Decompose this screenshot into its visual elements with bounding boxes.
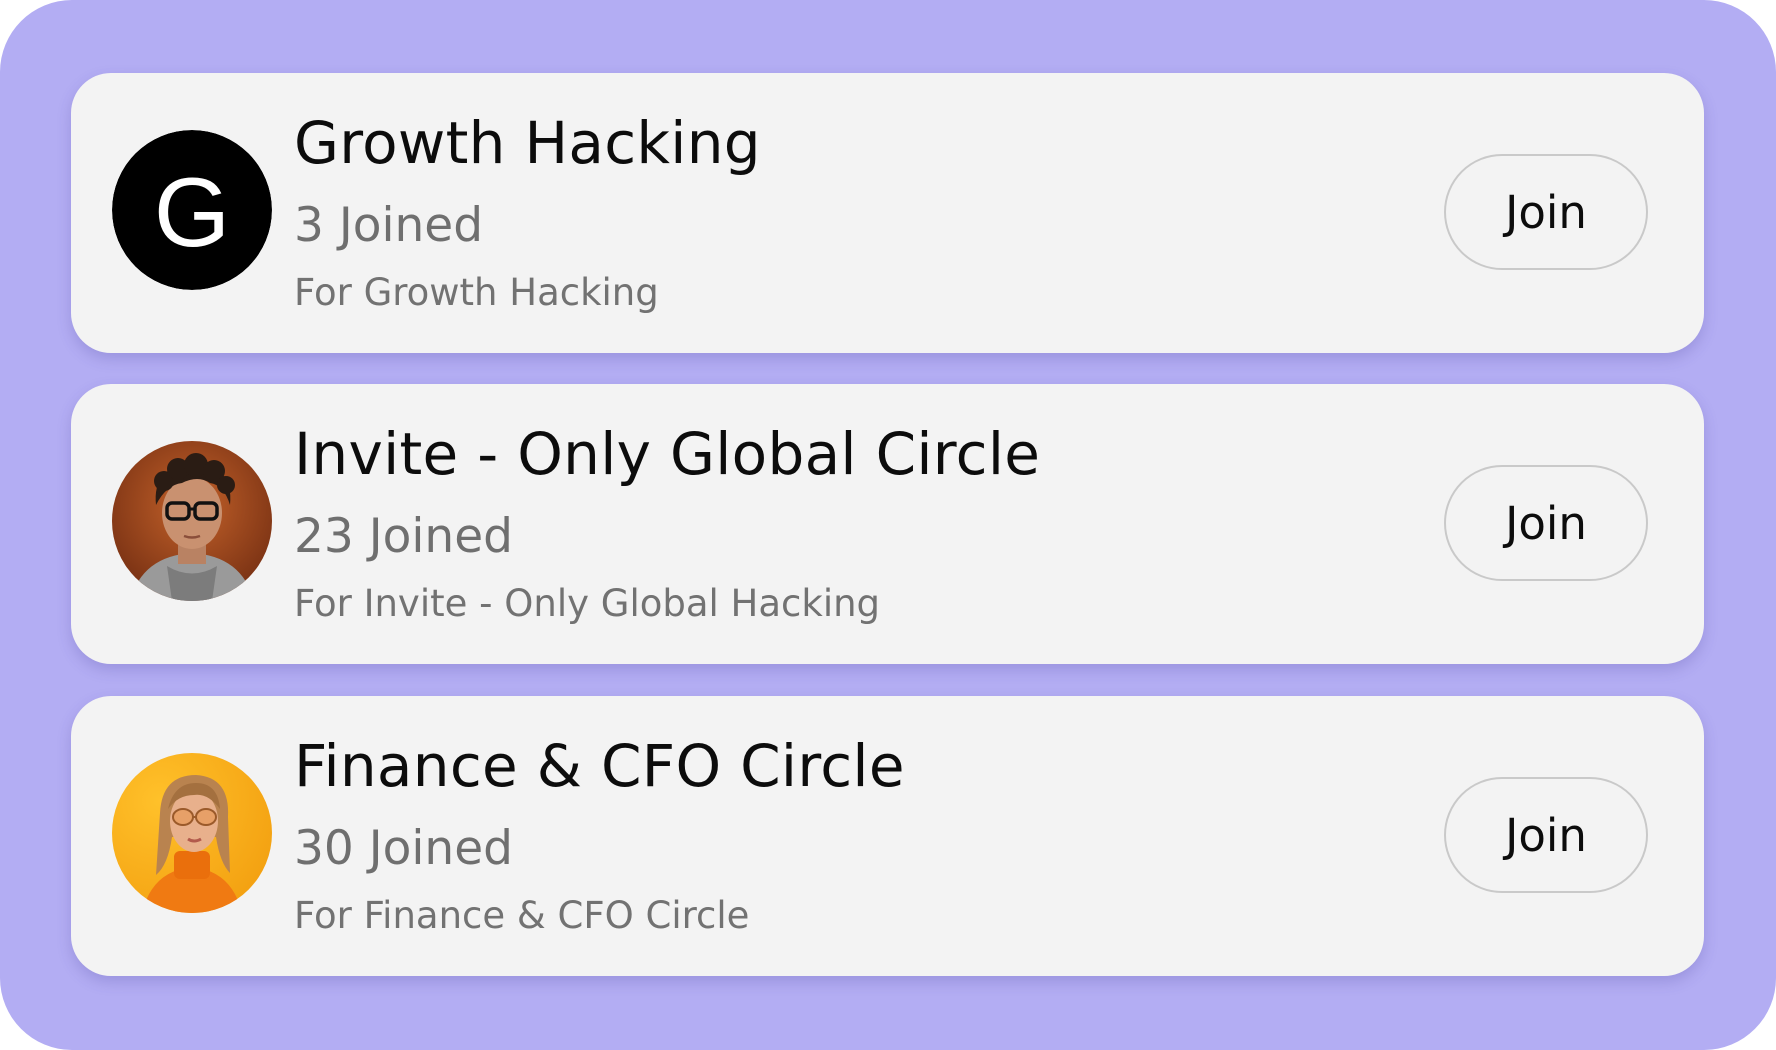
joined-count: 23 Joined (294, 509, 513, 564)
person-with-glasses-avatar (112, 441, 272, 601)
circle-description: For Finance & CFO Circle (294, 894, 750, 937)
circle-card-finance-cfo: Finance & CFO Circle 30 Joined For Finan… (71, 696, 1704, 976)
circle-card-invite-only: Invite - Only Global Circle 23 Joined Fo… (71, 384, 1704, 664)
circle-title: Invite - Only Global Circle (294, 420, 1041, 488)
circle-title: Growth Hacking (294, 109, 761, 177)
circles-panel: G Growth Hacking 3 Joined For Growth Hac… (0, 0, 1776, 1050)
join-button[interactable]: Join (1444, 465, 1648, 581)
circle-description: For Invite - Only Global Hacking (294, 582, 881, 625)
join-button[interactable]: Join (1444, 154, 1648, 270)
circle-description: For Growth Hacking (294, 271, 659, 314)
joined-count: 30 Joined (294, 821, 513, 876)
letter-g-avatar: G (112, 130, 272, 290)
joined-count: 3 Joined (294, 198, 484, 253)
circle-card-growth-hacking: G Growth Hacking 3 Joined For Growth Hac… (71, 73, 1704, 353)
woman-with-sunglasses-avatar (112, 753, 272, 913)
join-button[interactable]: Join (1444, 777, 1648, 893)
circle-title: Finance & CFO Circle (294, 732, 905, 800)
avatar-letter: G (154, 157, 230, 267)
